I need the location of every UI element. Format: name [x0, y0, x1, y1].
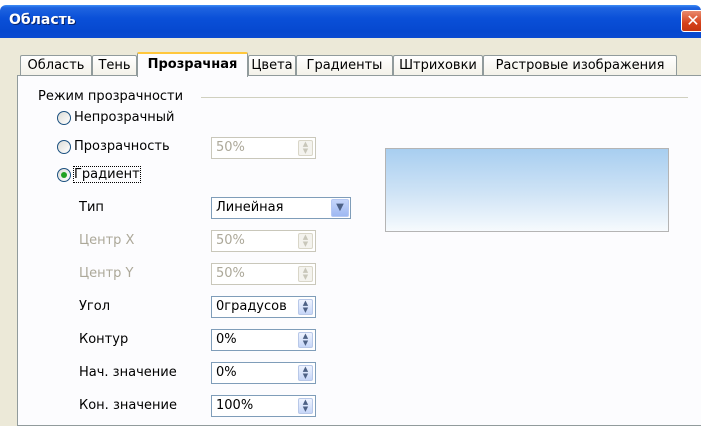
close-button[interactable]: ✕ [681, 10, 701, 32]
spin-arrows-icon[interactable]: ▲ ▼ [298, 266, 313, 282]
center-y-label: Центр Y [79, 266, 134, 281]
angle-label: Угол [79, 299, 111, 314]
center-x-label: Центр X [79, 233, 135, 248]
window-title: Область [9, 12, 76, 28]
spin-arrows-icon[interactable]: ▲ ▼ [298, 398, 313, 414]
transparency-spinner[interactable]: 50% ▲ ▼ [211, 137, 316, 159]
border-label: Контур [79, 332, 129, 347]
spin-arrows-icon[interactable]: ▲ ▼ [298, 233, 313, 249]
angle-value: 0градусов [216, 299, 287, 314]
tab-colors[interactable]: Цвета [248, 55, 296, 76]
center-x-spinner[interactable]: 50% ▲ ▼ [211, 230, 316, 252]
group-divider [201, 97, 688, 98]
transparency-value: 50% [216, 140, 245, 155]
start-value-spinner[interactable]: 0% ▲ ▼ [211, 362, 316, 384]
type-label: Тип [79, 200, 104, 215]
tab-page-transparency: Режим прозрачности Непрозрачный Прозрачн… [17, 75, 701, 426]
radio-gradient-indicator[interactable] [57, 168, 71, 182]
border-spinner[interactable]: 0% ▲ ▼ [211, 329, 316, 351]
tab-transparency[interactable]: Прозрачная [137, 52, 248, 77]
radio-transparency-indicator[interactable] [57, 140, 71, 154]
title-bar: Область ✕ [0, 5, 701, 38]
chevron-down-icon[interactable]: ▼ [331, 199, 349, 217]
end-value-spinner[interactable]: 100% ▲ ▼ [211, 395, 316, 417]
tab-bitmaps[interactable]: Растровые изображения [483, 55, 677, 76]
spin-arrows-icon[interactable]: ▲ ▼ [298, 140, 313, 156]
end-value-label: Кон. значение [79, 398, 177, 413]
transparency-mode-label: Режим прозрачности [38, 89, 184, 104]
tab-gradients[interactable]: Градиенты [296, 55, 393, 76]
border-value: 0% [216, 332, 237, 347]
tab-shadow[interactable]: Тень [92, 55, 137, 76]
transparency-preview [385, 148, 669, 232]
angle-spinner[interactable]: 0градусов ▲ ▼ [211, 296, 316, 318]
spin-arrows-icon[interactable]: ▲ ▼ [298, 365, 313, 381]
center-x-value: 50% [216, 233, 245, 248]
center-y-value: 50% [216, 266, 245, 281]
spin-arrows-icon[interactable]: ▲ ▼ [298, 332, 313, 348]
center-y-spinner[interactable]: 50% ▲ ▼ [211, 263, 316, 285]
close-icon: ✕ [686, 11, 700, 30]
radio-opaque-label: Непрозрачный [74, 110, 175, 125]
end-value: 100% [216, 398, 254, 413]
radio-opaque-indicator[interactable] [57, 111, 71, 125]
spin-arrows-icon[interactable]: ▲ ▼ [298, 299, 313, 315]
type-dropdown[interactable]: Линейная ▼ [211, 197, 351, 219]
radio-gradient-label: Градиент [73, 166, 141, 183]
start-value: 0% [216, 365, 237, 380]
type-value: Линейная [216, 200, 284, 215]
radio-transparency-label: Прозрачность [74, 139, 170, 154]
tab-hatching[interactable]: Штриховки [393, 55, 483, 76]
dialog-body: Область Тень Прозрачная Цвета Градиенты … [0, 38, 701, 426]
start-value-label: Нач. значение [79, 365, 177, 380]
tab-area[interactable]: Область [20, 55, 92, 76]
